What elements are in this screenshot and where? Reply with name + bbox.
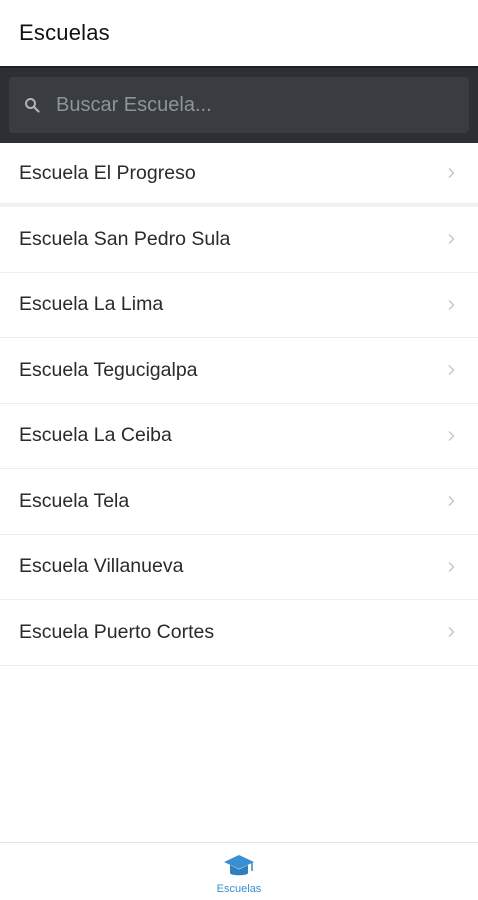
list-item-label: Escuela Villanueva [19, 555, 184, 578]
list-item[interactable]: Escuela San Pedro Sula [0, 207, 478, 273]
list-item-label: Escuela San Pedro Sula [19, 227, 231, 250]
list-item-label: Escuela La Lima [19, 293, 164, 316]
list-item-label: Escuela El Progreso [19, 161, 196, 184]
search-icon [22, 95, 42, 115]
list-item-label: Escuela La Ceiba [19, 424, 172, 447]
list-item[interactable]: Escuela Tela [0, 469, 478, 535]
tab-escuelas[interactable]: Escuelas [216, 849, 262, 895]
search-bar [0, 66, 478, 143]
chevron-right-icon [446, 298, 456, 312]
list-item-label: Escuela Puerto Cortes [19, 620, 215, 643]
bottom-nav: Escuelas [0, 842, 478, 900]
graduation-cap-icon [222, 853, 256, 881]
list-item[interactable]: Escuela El Progreso [0, 143, 478, 207]
chevron-right-icon [446, 232, 456, 246]
tab-escuelas-label: Escuelas [216, 882, 262, 895]
list-item[interactable]: Escuela Villanueva [0, 534, 478, 600]
search-input[interactable] [56, 85, 469, 125]
app-header: Escuelas [0, 0, 478, 66]
chevron-right-icon [446, 625, 456, 639]
list-item-label: Escuela Tela [19, 489, 130, 512]
chevron-right-icon [446, 429, 456, 443]
chevron-right-icon [446, 494, 456, 508]
list-item-label: Escuela Tegucigalpa [19, 358, 198, 381]
list-item[interactable]: Escuela Tegucigalpa [0, 338, 478, 404]
search-box[interactable] [9, 77, 469, 133]
school-list: Escuela El Progreso Escuela San Pedro Su… [0, 143, 478, 666]
chevron-right-icon [446, 363, 456, 377]
page-title: Escuelas [19, 20, 110, 45]
list-item[interactable]: Escuela La Ceiba [0, 403, 478, 469]
list-item[interactable]: Escuela Puerto Cortes [0, 600, 478, 666]
chevron-right-icon [446, 166, 456, 180]
chevron-right-icon [446, 560, 456, 574]
list-item[interactable]: Escuela La Lima [0, 272, 478, 338]
